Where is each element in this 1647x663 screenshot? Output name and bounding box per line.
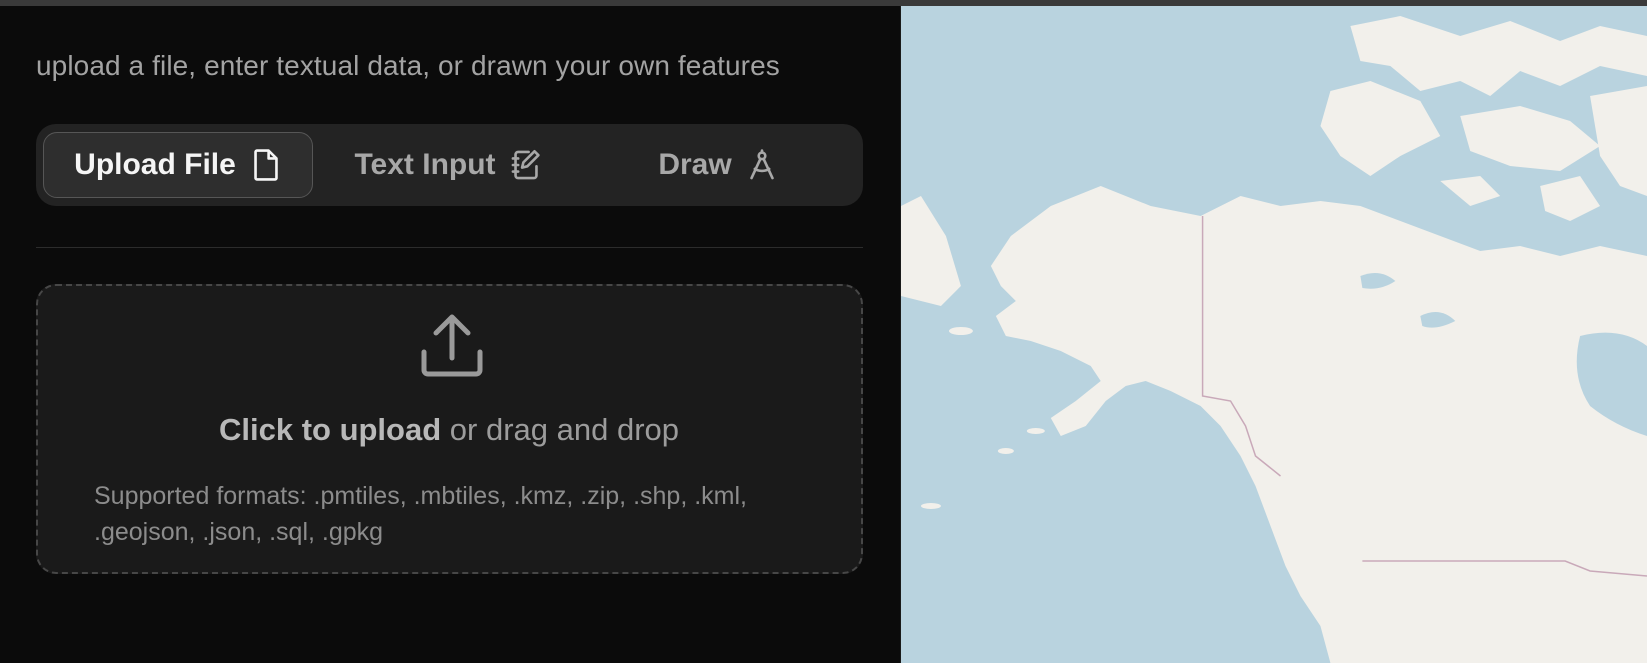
notebook-pen-icon — [510, 148, 542, 182]
panel-subtitle: upload a file, enter textual data, or dr… — [36, 50, 780, 81]
click-to-upload-link[interactable]: Click to upload — [219, 412, 441, 447]
tab-draw[interactable]: Draw — [583, 132, 853, 198]
dropzone-instructions: Click to upload or drag and drop — [38, 412, 860, 448]
compass-drafting-icon — [746, 148, 778, 182]
tab-draw-label: Draw — [658, 148, 732, 181]
supported-formats: Supported formats: .pmtiles, .mbtiles, .… — [94, 482, 747, 546]
upload-icon — [420, 312, 484, 378]
tab-upload-file[interactable]: Upload File — [43, 132, 313, 198]
tab-upload-file-label: Upload File — [74, 148, 236, 181]
upload-panel: upload a file, enter textual data, or dr… — [0, 6, 900, 663]
basemap — [901, 16, 1647, 663]
file-dropzone[interactable]: Click to upload or drag and drop Support… — [36, 284, 863, 574]
tab-text-input[interactable]: Text Input — [313, 132, 583, 198]
input-mode-tabs: Upload File Text Input Draw — [36, 124, 863, 206]
tab-text-input-label: Text Input — [354, 148, 496, 181]
file-icon — [250, 148, 282, 182]
map-canvas[interactable] — [900, 6, 1647, 663]
drag-drop-text: or drag and drop — [441, 412, 679, 447]
section-divider — [36, 247, 863, 248]
